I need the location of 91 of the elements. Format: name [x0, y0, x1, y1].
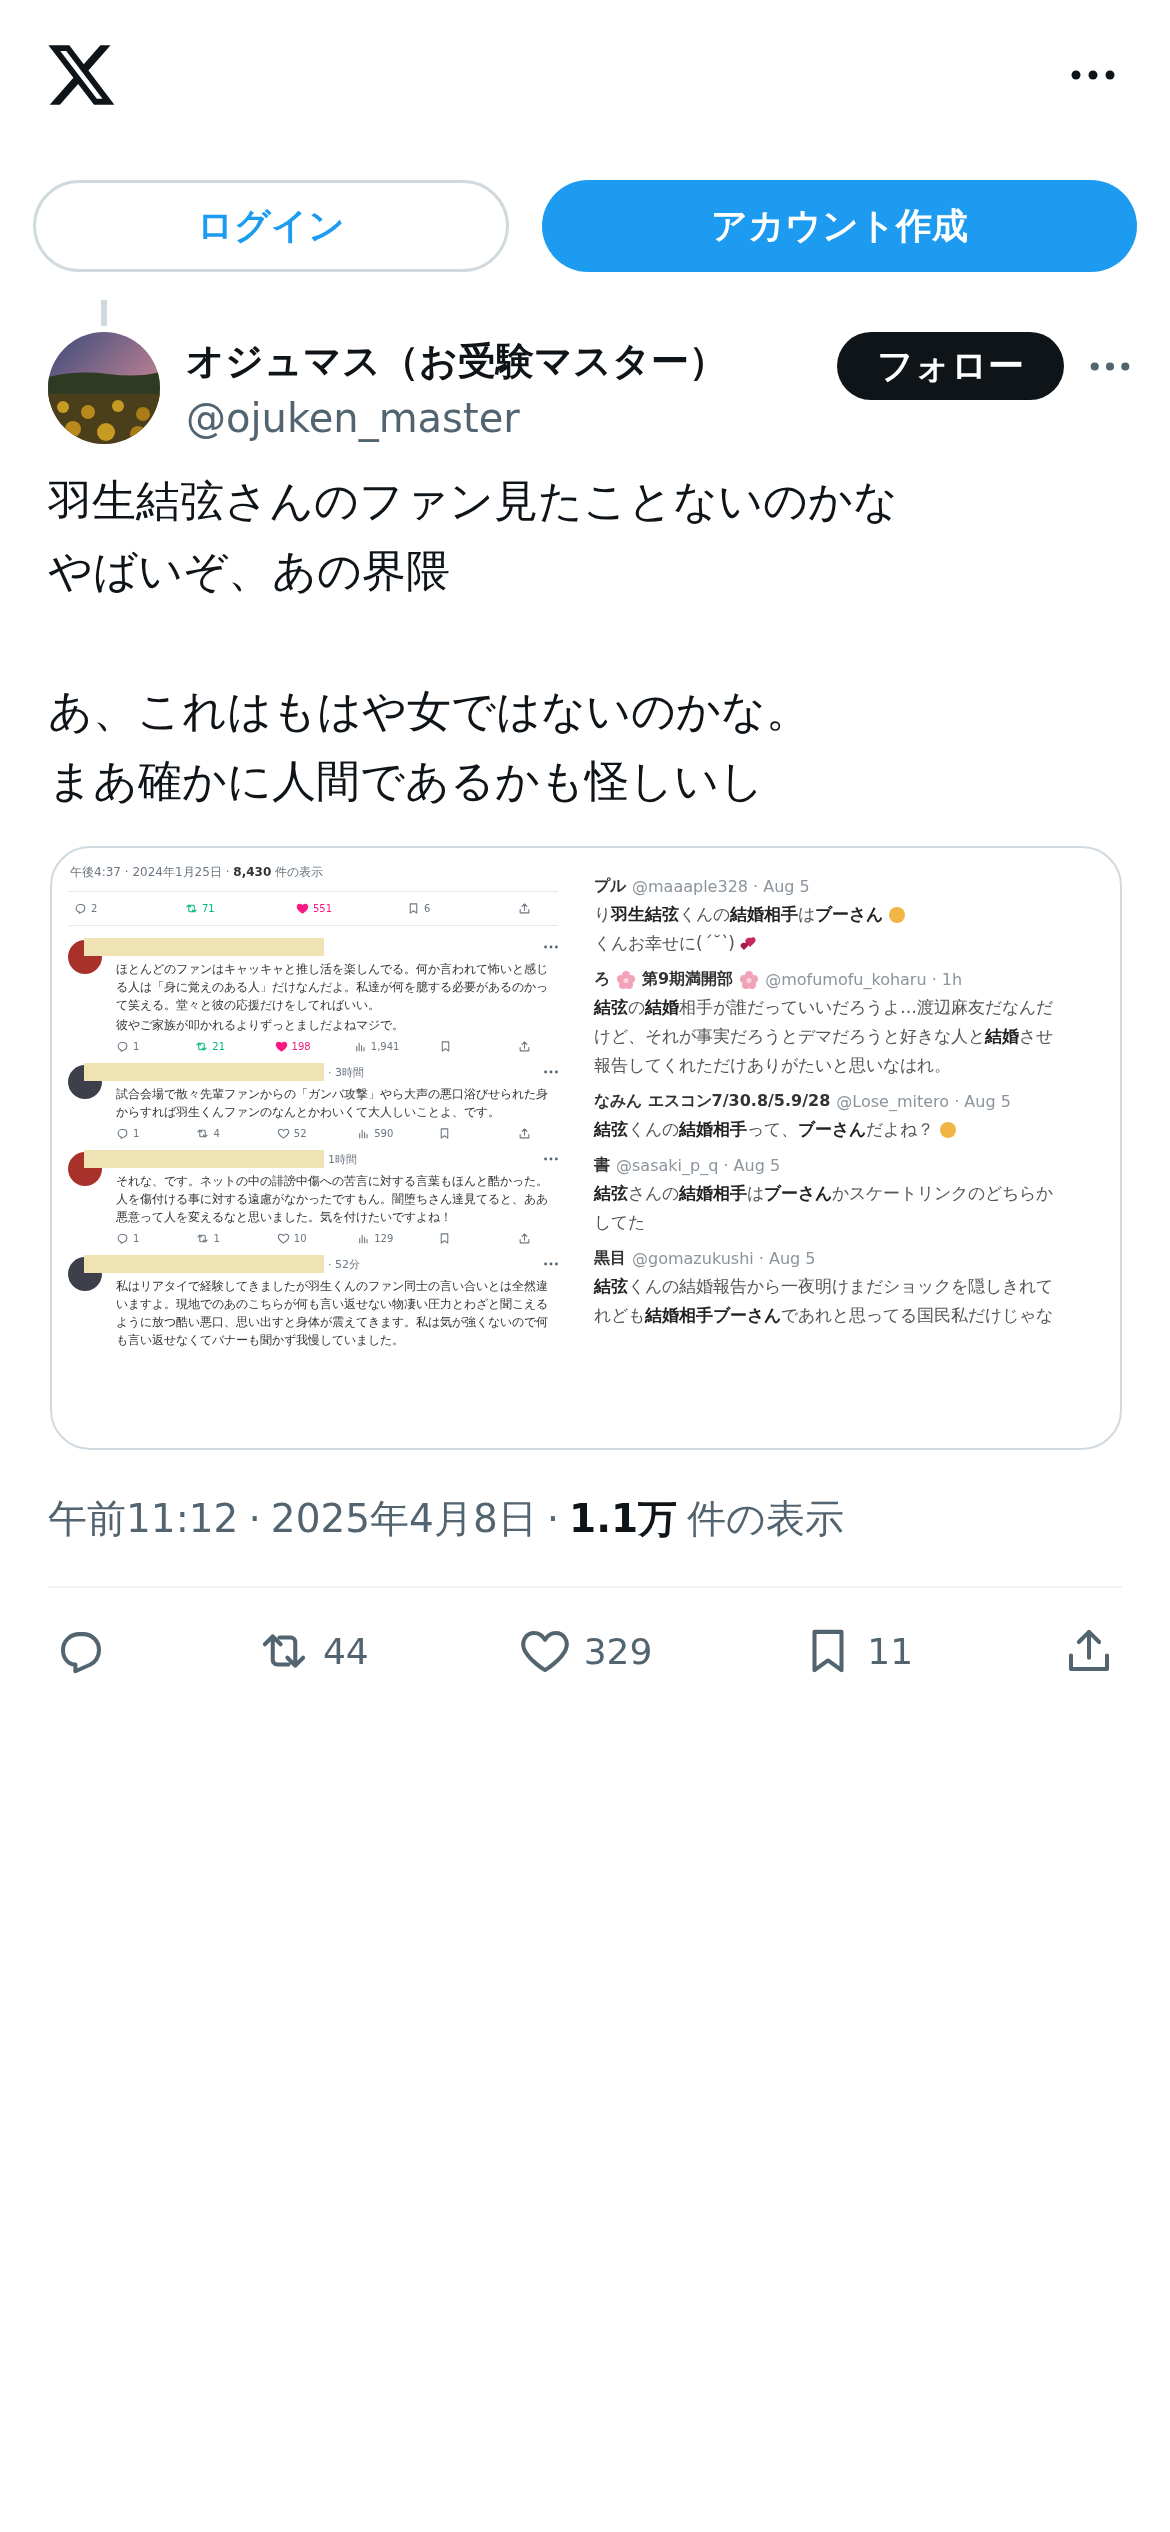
count: 1,941: [370, 1041, 400, 1052]
count: 10: [293, 1233, 307, 1244]
user-handle: @maaaple328 · Aug 5: [632, 877, 810, 896]
user-handle: @mofumofu_koharu · 1h: [765, 970, 963, 989]
post-text: 結弦の結婚相手が誰だっていいだろうよ…渡辺麻友だなんだ: [594, 996, 1053, 1019]
post-text: り羽生結弦くんの結婚相手はブーさん: [594, 903, 883, 926]
count: 551: [313, 903, 333, 914]
view-count: 1.1万: [569, 1495, 678, 1543]
count: 52: [293, 1128, 307, 1139]
reply-text: それな、です。ネットの中の誹謗中傷への苦言に対する言葉もほんと酷かった。人を傷付ける事に対する遠慮がなかったですもん。闇堕ちさん達見てると、ああ悪意って人を変えるなと思いました。気を付けたいですよね！: [116, 1173, 549, 1226]
count: 590: [374, 1128, 394, 1139]
user-handle: @sasaki_p_q · Aug 5: [616, 1156, 781, 1175]
x-logo[interactable]: [48, 45, 114, 105]
post-date[interactable]: 2025年4月8日: [270, 1492, 537, 1546]
more-icon[interactable]: [544, 1157, 558, 1161]
count: 1: [133, 1233, 140, 1244]
count: 21: [212, 1041, 225, 1052]
flower-icon: [616, 969, 636, 990]
separator: ·: [546, 1496, 560, 1541]
share-icon[interactable]: [517, 1232, 531, 1245]
views-label: 件の表示: [687, 1495, 845, 1543]
post-text: くんお幸せに(´˘`): [594, 932, 735, 955]
post-time: · 52分: [328, 1256, 360, 1272]
repost-icon[interactable]: [196, 1127, 210, 1140]
count: 2: [91, 903, 98, 914]
heart-icon[interactable]: [296, 902, 309, 915]
reply-icon[interactable]: [116, 1127, 129, 1140]
post-time: · 3時間: [328, 1064, 364, 1080]
reply-icon[interactable]: [74, 902, 87, 915]
more-icon[interactable]: [1090, 362, 1130, 371]
tweet-text: やばいぞ、あの界隈: [48, 544, 451, 598]
repost-button[interactable]: 44: [250, 1610, 375, 1692]
more-icon[interactable]: [544, 1262, 558, 1266]
user-name: 書: [594, 1155, 610, 1176]
post-time: 1時間: [328, 1151, 357, 1167]
bookmark-button[interactable]: 11: [795, 1610, 920, 1692]
post-text: れども結婚相手ブーさんであれと思ってる国民私だけじゃな: [594, 1304, 1053, 1327]
timestamp: 午後4:37 · 2024年1月25日 · 8,430 件の表示: [69, 864, 325, 881]
count: 1: [133, 1128, 140, 1139]
user-handle: @Lose_mitero · Aug 5: [836, 1092, 1011, 1111]
post-text: 結弦くんの結婚報告から一夜明けまだショックを隠しきれて: [594, 1275, 1053, 1298]
user-name: プル: [594, 876, 626, 897]
like-button[interactable]: 329: [511, 1610, 659, 1692]
user-name: 黒目: [594, 1248, 626, 1269]
share-icon[interactable]: [517, 1040, 531, 1053]
tweet-text: あ、これはもはや女ではないのかな。: [48, 684, 811, 738]
reply-text: 彼やご家族が叩かれるよりずっとましだよねマジで。: [116, 1017, 405, 1034]
author-handle[interactable]: @ojuken_master: [186, 394, 811, 441]
separator: ·: [248, 1496, 261, 1541]
more-icon[interactable]: [544, 945, 558, 949]
reply-icon[interactable]: [116, 1232, 129, 1245]
heart-icon[interactable]: [274, 1040, 288, 1053]
share-icon[interactable]: [518, 902, 531, 915]
post-text: 結弦さんの結婚相手はブーさんかスケートリンクのどちらか: [594, 1182, 1053, 1205]
count: 4: [213, 1128, 220, 1139]
reply-icon[interactable]: [116, 1040, 129, 1053]
user-name: ろ: [594, 969, 610, 990]
post-text: してた: [594, 1211, 645, 1234]
count: 129: [374, 1233, 394, 1244]
tweet-text: 羽生結弦さんのファン見たことないのかな: [48, 474, 899, 528]
heart-icon[interactable]: [276, 1232, 290, 1245]
reply-text: 試合会場で散々先輩ファンからの「ガンバ攻撃」やら大声の悪口浴びせられた身からすれば羽生くんファンのなんとかわいくて大人しいことよ、です。: [116, 1086, 549, 1121]
more-icon[interactable]: [544, 1070, 558, 1074]
bar-chart-icon[interactable]: [357, 1232, 371, 1245]
count: 198: [291, 1041, 311, 1052]
follow-button[interactable]: フォロー: [837, 332, 1064, 400]
count: 1: [213, 1233, 220, 1244]
user-handle: @gomazukushi · Aug 5: [632, 1249, 816, 1268]
post-text: 結弦くんの結婚相手って、ブーさんだよね？: [594, 1118, 934, 1141]
bar-chart-icon[interactable]: [357, 1127, 371, 1140]
emoji-icon: [887, 904, 907, 925]
post-time[interactable]: 午前11:12: [48, 1492, 239, 1546]
bookmark-icon[interactable]: [407, 902, 420, 915]
bar-chart-icon[interactable]: [353, 1040, 367, 1053]
reply-text: 私はリアタイで経験してきましたが羽生くんのファン同士の言い合いとは全然違いますよ。現地でのあのこちらが何も言い返せない物凄い圧力とわざと聞こえるように放つ酷い悪口、思い出すと身体が震えてきます。私は気が強くないので何も言い返せなくてバナーも聞かず我慢していました。: [116, 1278, 549, 1349]
count: 6: [424, 903, 431, 914]
post-text: けど、それが事実だろうとデマだろうと好きな人と結婚させ: [594, 1025, 1053, 1048]
repost-icon[interactable]: [196, 1232, 210, 1245]
user-name: なみん エスコン7/30.8/5.9/28: [594, 1091, 831, 1112]
emoji-icon: [938, 1119, 958, 1140]
user-name: 第9期満開部: [642, 969, 734, 990]
tweet-text: まあ確かに人間であるかも怪しいし: [48, 754, 765, 808]
post-text: 報告してくれただけありがたいと思いなはれ。: [594, 1054, 951, 1077]
author-name[interactable]: オジュマス（お受験マスター）: [186, 335, 811, 387]
heart-icon[interactable]: [276, 1127, 290, 1140]
more-icon[interactable]: [1071, 70, 1115, 80]
share-icon[interactable]: [517, 1127, 531, 1140]
reply-text: ほとんどのファンはキャッキャと推し活を楽しんでる。何か言われて怖いと感じる人は「身に覚えのある人」だけなんだよ。私達が何を臆する必要があるのかって笑える。堂々と彼の応援だけをしてればいい。: [116, 961, 549, 1014]
count: 1: [133, 1041, 140, 1052]
count: 71: [202, 903, 215, 914]
flower-icon: [739, 969, 760, 990]
